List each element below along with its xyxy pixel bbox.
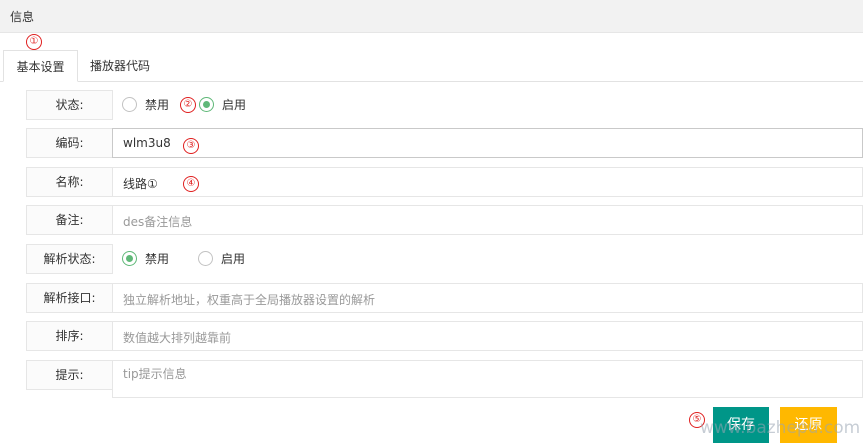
parse-api-label: 解析接口: bbox=[26, 283, 113, 313]
radio-label: 启用 bbox=[221, 252, 246, 266]
watermark: www.bazhepu.com bbox=[700, 418, 861, 438]
page-title: 信息 bbox=[10, 10, 35, 24]
parse-status-row: 解析状态: 禁用 启用 bbox=[26, 244, 863, 274]
annotation-marker-3: ③ bbox=[183, 138, 199, 154]
parse-api-row: 解析接口: 独立解析地址，权重高于全局播放器设置的解析 bbox=[26, 283, 863, 313]
tab-bar: 基本设置 播放器代码 bbox=[0, 50, 863, 82]
name-label: 名称: bbox=[26, 167, 113, 197]
parse-api-placeholder: 独立解析地址，权重高于全局播放器设置的解析 bbox=[123, 293, 376, 307]
radio-checked-icon bbox=[199, 97, 214, 112]
tip-placeholder: tip提示信息 bbox=[123, 367, 187, 381]
radio-checked-icon bbox=[122, 251, 137, 266]
remark-label: 备注: bbox=[26, 205, 113, 235]
tab-basic-settings[interactable]: 基本设置 bbox=[3, 50, 78, 82]
code-input[interactable]: wlm3u8 bbox=[112, 128, 863, 158]
parse-api-input[interactable]: 独立解析地址，权重高于全局播放器设置的解析 bbox=[112, 283, 863, 313]
radio-circle-icon bbox=[122, 97, 137, 112]
name-input[interactable]: 线路① bbox=[112, 167, 863, 197]
status-label: 状态: bbox=[26, 90, 113, 120]
radio-label: 禁用 bbox=[145, 252, 170, 266]
tip-label: 提示: bbox=[26, 360, 113, 390]
sort-input[interactable]: 数值越大排列越靠前 bbox=[112, 321, 863, 351]
tab-player-code[interactable]: 播放器代码 bbox=[80, 50, 160, 82]
remark-placeholder: des备注信息 bbox=[123, 215, 193, 229]
annotation-marker-4: ④ bbox=[183, 176, 199, 192]
tip-textarea[interactable]: tip提示信息 bbox=[112, 360, 863, 398]
name-value: 线路① bbox=[123, 177, 158, 191]
parse-status-label: 解析状态: bbox=[26, 244, 113, 274]
sort-placeholder: 数值越大排列越靠前 bbox=[123, 331, 232, 345]
annotation-marker-2: ② bbox=[180, 97, 196, 113]
name-row: 名称: 线路① bbox=[26, 167, 863, 197]
code-row: 编码: wlm3u8 bbox=[26, 128, 863, 158]
remark-row: 备注: des备注信息 bbox=[26, 205, 863, 235]
sort-row: 排序: 数值越大排列越靠前 bbox=[26, 321, 863, 351]
sort-label: 排序: bbox=[26, 321, 113, 351]
status-row: 状态: 禁用 启用 bbox=[26, 90, 863, 120]
top-bar: 信息 bbox=[0, 0, 863, 33]
radio-circle-icon bbox=[198, 251, 213, 266]
code-value: wlm3u8 bbox=[123, 136, 171, 150]
tip-row: 提示: tip提示信息 bbox=[26, 360, 863, 398]
annotation-marker-1: ① bbox=[26, 34, 42, 50]
remark-input[interactable]: des备注信息 bbox=[112, 205, 863, 235]
radio-label: 启用 bbox=[222, 98, 247, 112]
code-label: 编码: bbox=[26, 128, 113, 158]
radio-label: 禁用 bbox=[145, 98, 170, 112]
